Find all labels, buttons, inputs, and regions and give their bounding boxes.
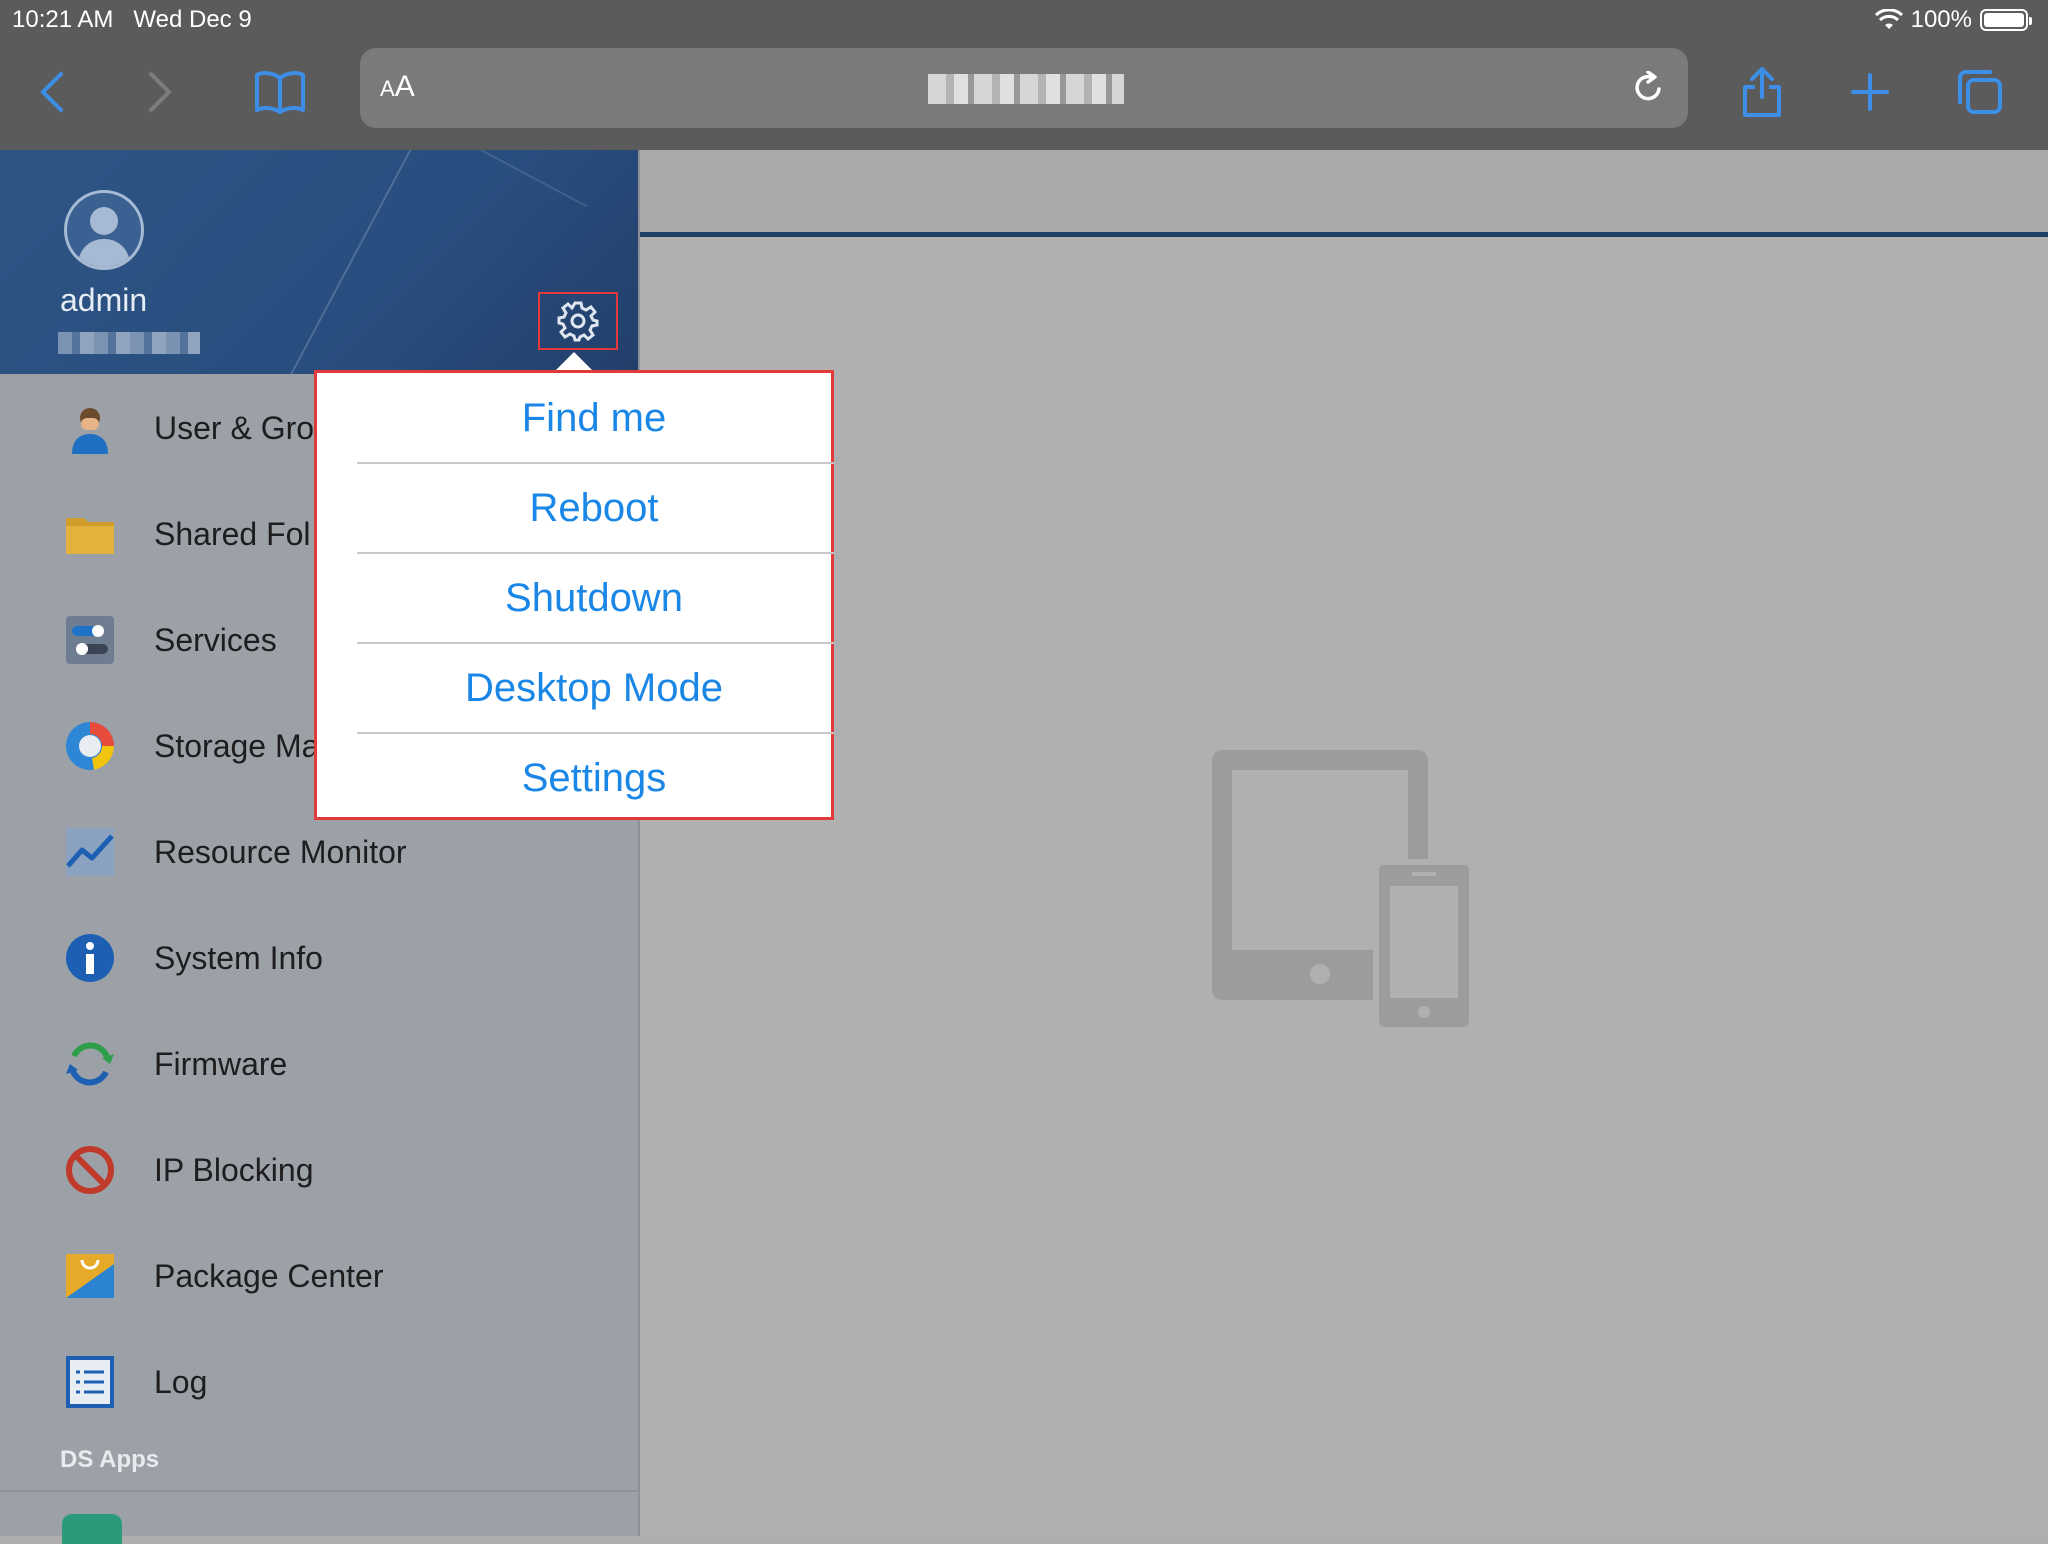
main-header (640, 150, 2048, 237)
popover-item-shutdown[interactable]: Shutdown (357, 553, 831, 643)
gear-icon (557, 301, 599, 342)
sidebar: admin User & Gro Shared Fol Services Sto… (0, 150, 640, 1544)
chart-icon (66, 828, 114, 876)
user-silhouette-icon (77, 207, 131, 267)
user-group-icon (72, 408, 108, 454)
tabs-icon (1958, 70, 2002, 114)
share-icon (1743, 67, 1781, 117)
bookmarks-button[interactable] (250, 62, 310, 122)
services-icon (66, 616, 114, 664)
package-icon (66, 1254, 114, 1298)
profile-username: admin (60, 282, 148, 318)
popover-item-settings[interactable]: Settings (357, 733, 831, 823)
status-bar: 10:21 AM Wed Dec 9 100% (0, 0, 2048, 40)
sidebar-item-system-info[interactable]: System Info (0, 904, 638, 1010)
share-button[interactable] (1732, 62, 1792, 122)
main-content (640, 150, 2048, 1536)
profile-address-redacted (58, 332, 200, 354)
section-ds-apps: DS Apps (60, 1446, 160, 1473)
forward-icon (149, 72, 172, 112)
profile-header: admin (0, 150, 638, 374)
address-bar[interactable]: AA (360, 48, 1688, 128)
back-button[interactable] (22, 62, 82, 122)
avatar (64, 190, 144, 270)
tablet-phone-icon (1212, 750, 1472, 1030)
reload-button[interactable] (1626, 66, 1670, 110)
settings-gear-button[interactable] (538, 292, 618, 350)
wifi-icon (1874, 9, 1903, 29)
back-icon (40, 72, 63, 112)
battery-icon (1980, 9, 2032, 31)
status-right: 100% (1874, 6, 2032, 34)
log-icon (66, 1356, 114, 1408)
popover-item-find-me[interactable]: Find me (357, 373, 831, 463)
popover-item-reboot[interactable]: Reboot (357, 463, 831, 553)
sidebar-item-log[interactable]: Log (0, 1328, 638, 1434)
new-tab-icon (1851, 73, 1889, 111)
refresh-icon (66, 1042, 114, 1086)
new-tab-button[interactable] (1840, 62, 1900, 122)
sidebar-item-package-center[interactable]: Package Center (0, 1222, 638, 1328)
status-time: 10:21 AM Wed Dec 9 (12, 6, 252, 33)
reload-icon (1635, 71, 1661, 101)
storage-icon (66, 722, 115, 770)
reader-options-button[interactable]: AA (380, 70, 415, 104)
popover-item-desktop-mode[interactable]: Desktop Mode (357, 643, 831, 733)
browser-toolbar: AA (0, 40, 2048, 150)
popover-arrow (554, 352, 594, 372)
bookmarks-icon (255, 71, 305, 114)
block-icon (66, 1146, 114, 1194)
folder-icon (66, 518, 114, 554)
settings-popover: Find me Reboot Shutdown Desktop Mode Set… (314, 370, 834, 820)
battery-percent: 100% (1910, 6, 1972, 33)
tabs-button[interactable] (1950, 62, 2010, 122)
info-icon (66, 934, 114, 982)
address-url-redacted (928, 74, 1124, 104)
ds-app-icon[interactable] (62, 1514, 122, 1544)
forward-button[interactable] (130, 62, 190, 122)
sidebar-divider (0, 1490, 638, 1492)
sidebar-item-ip-blocking[interactable]: IP Blocking (0, 1116, 638, 1222)
sidebar-item-firmware[interactable]: Firmware (0, 1010, 638, 1116)
